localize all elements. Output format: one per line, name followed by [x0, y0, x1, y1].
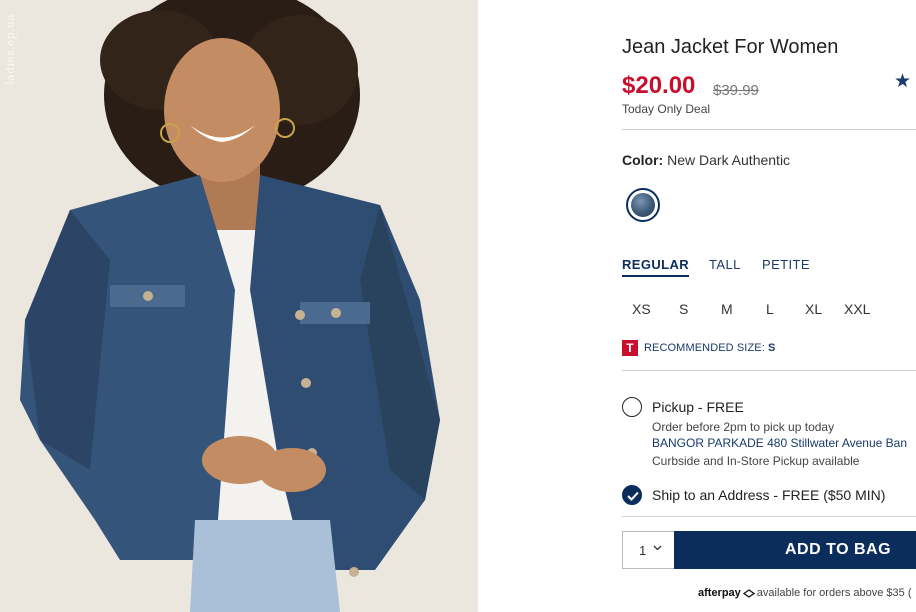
- add-to-bag-button[interactable]: ADD TO BAG: [674, 531, 916, 569]
- afterpay-info: afterpay available for orders above $35 (: [698, 587, 912, 599]
- size-option-l[interactable]: L: [766, 301, 774, 317]
- divider: [622, 129, 916, 130]
- tab-regular[interactable]: REGULAR: [622, 257, 690, 277]
- quantity-value: 1: [639, 543, 647, 558]
- size-option-s[interactable]: S: [679, 301, 688, 317]
- color-value: New Dark Authentic: [667, 152, 791, 168]
- size-option-xl[interactable]: XL: [805, 301, 822, 317]
- recommended-size-value: S: [768, 341, 776, 354]
- afterpay-logo: afterpay: [698, 587, 741, 599]
- star-icon[interactable]: ★: [894, 70, 911, 93]
- recommended-size[interactable]: T RECOMMENDED SIZE: S: [622, 340, 775, 356]
- divider: [622, 370, 916, 371]
- color-swatch[interactable]: [626, 188, 660, 222]
- tab-tall[interactable]: TALL: [709, 257, 741, 272]
- size-option-xxl[interactable]: XXL: [844, 301, 870, 317]
- model-photo: [0, 0, 478, 612]
- check-icon: [627, 491, 639, 501]
- afterpay-text: available for orders above $35 (: [756, 587, 912, 599]
- color-label: Color:: [622, 152, 664, 168]
- swatch-fill: [631, 193, 655, 217]
- recommended-label: RECOMMENDED SIZE:: [644, 341, 765, 354]
- pickup-radio[interactable]: [622, 397, 642, 417]
- photo-watermark: ladies.ep.ua: [4, 14, 17, 85]
- chevron-down-icon: [653, 545, 662, 551]
- color-row: Color: New Dark Authentic: [622, 152, 790, 168]
- size-option-m[interactable]: M: [721, 301, 733, 317]
- deal-label: Today Only Deal: [622, 102, 711, 116]
- product-title: Jean Jacket For Women: [622, 36, 839, 58]
- product-details-panel: Jean Jacket For Women ★ $20.00 $39.99 To…: [622, 0, 916, 612]
- ship-radio[interactable]: [622, 485, 642, 505]
- size-option-xs[interactable]: XS: [632, 301, 651, 317]
- divider: [622, 516, 916, 517]
- quantity-select[interactable]: 1: [622, 531, 674, 569]
- pickup-note: Order before 2pm to pick up today: [652, 420, 835, 434]
- recommended-badge-icon: T: [622, 340, 638, 356]
- pickup-store-link[interactable]: BANGOR PARKADE 480 Stillwater Avenue Ban: [652, 436, 907, 450]
- afterpay-arrow-icon: [742, 588, 755, 598]
- original-price: $39.99: [713, 82, 759, 99]
- pickup-extra: Curbside and In-Store Pickup available: [652, 454, 860, 468]
- tab-petite[interactable]: PETITE: [762, 257, 810, 272]
- ship-label: Ship to an Address - FREE ($50 MIN): [652, 487, 886, 503]
- pickup-label: Pickup - FREE: [652, 399, 744, 415]
- sale-price: $20.00: [622, 72, 696, 99]
- product-photo: ladies.ep.ua: [0, 0, 478, 612]
